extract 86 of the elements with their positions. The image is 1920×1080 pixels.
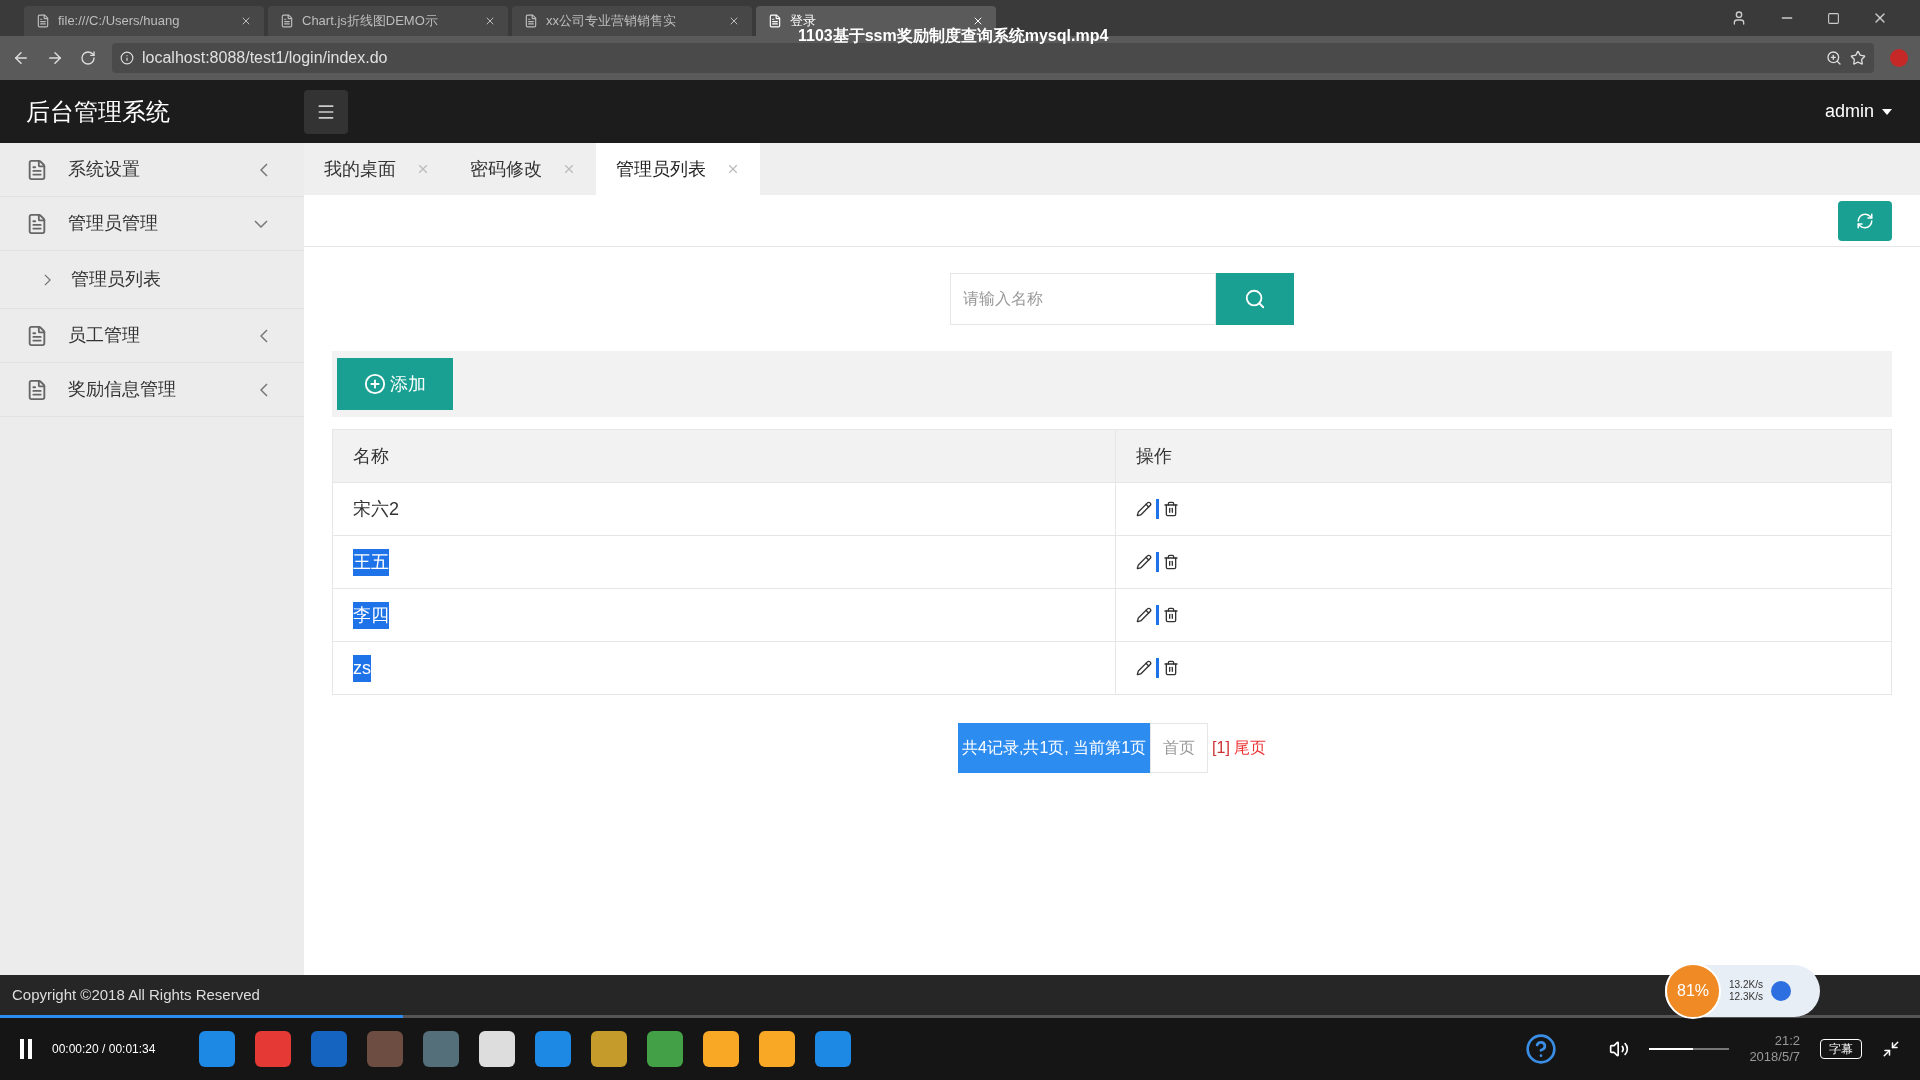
sidebar-item[interactable]: 员工管理 [0, 309, 304, 363]
close-icon[interactable] [728, 15, 740, 27]
page-icon [26, 158, 48, 181]
browser-tab[interactable]: xx公司专业营销销售实 [512, 6, 752, 36]
info-icon[interactable] [120, 51, 134, 65]
zoom-icon[interactable] [1826, 50, 1842, 66]
page-icon [524, 14, 538, 28]
delete-icon[interactable] [1163, 554, 1179, 570]
taskbar-app-icon[interactable] [591, 1031, 628, 1067]
close-icon[interactable] [240, 15, 252, 27]
search-icon [1244, 288, 1266, 310]
menu-button[interactable] [304, 89, 348, 134]
page-tab[interactable]: 我的桌面 [304, 143, 450, 195]
playback-time: 00:00:20 / 00:01:34 [52, 1041, 156, 1058]
user-menu[interactable]: admin [1824, 98, 1920, 125]
sidebar-item[interactable]: 系统设置 [0, 143, 304, 197]
taskbar-app-icon[interactable] [479, 1031, 516, 1067]
pagination-summary: 共4记录,共1页, 当前第1页 [958, 723, 1151, 773]
column-header: 操作 [1136, 444, 1172, 468]
video-progress[interactable] [0, 1015, 1920, 1018]
download-speed: 12.3K/s [1729, 991, 1763, 1004]
forward-icon[interactable] [46, 49, 64, 67]
exit-fullscreen-icon[interactable] [1882, 1040, 1900, 1058]
page-icon [280, 14, 294, 28]
subtitles-button[interactable]: 字幕 [1820, 1039, 1862, 1059]
tab-title: xx公司专业营销销售实 [546, 12, 677, 31]
table-cell-text: 宋六2 [353, 497, 399, 521]
plus-circle-icon [364, 373, 386, 395]
chevron-down-icon [254, 219, 268, 228]
boost-icon[interactable] [1770, 981, 1791, 1001]
edit-icon[interactable] [1136, 660, 1152, 676]
edit-icon[interactable] [1136, 554, 1152, 570]
tab-title: file:///C:/Users/huang [58, 12, 181, 31]
column-header: 名称 [353, 444, 389, 468]
delete-icon[interactable] [1163, 660, 1179, 676]
help-icon[interactable] [1525, 1033, 1558, 1065]
memory-percent: 81% [1677, 981, 1709, 1001]
taskbar-app-icon[interactable] [759, 1031, 796, 1067]
browser-tab[interactable]: file:///C:/Users/huang [24, 6, 264, 36]
reload-icon[interactable] [80, 50, 96, 66]
taskbar-app-icon[interactable] [647, 1031, 684, 1067]
app-title: 后台管理系统 [26, 97, 170, 125]
close-icon[interactable] [972, 15, 984, 27]
refresh-button[interactable] [1838, 200, 1892, 241]
page-icon [768, 14, 782, 28]
page-tab[interactable]: 管理员列表 [596, 143, 760, 195]
back-icon[interactable] [12, 49, 30, 67]
refresh-icon [1856, 211, 1874, 230]
chevron-left-icon [260, 382, 268, 397]
search-field[interactable]: 请输入名称 [950, 273, 1216, 325]
caret-icon [1882, 108, 1892, 115]
maximize-icon[interactable] [1827, 11, 1840, 25]
volume-icon[interactable] [1609, 1039, 1630, 1059]
table-cell: zs [353, 654, 371, 682]
profile-icon[interactable] [1731, 10, 1747, 26]
upload-speed: 13.2K/s [1729, 978, 1763, 991]
delete-icon[interactable] [1163, 607, 1179, 623]
page-tab[interactable]: 密码修改 [450, 143, 596, 195]
delete-icon[interactable] [1163, 501, 1179, 517]
chevron-right-icon [44, 273, 51, 286]
page-icon [36, 14, 50, 28]
page-icon [26, 378, 48, 401]
star-icon[interactable] [1850, 50, 1866, 66]
edit-icon[interactable] [1136, 501, 1152, 517]
page-number[interactable]: [1] [1212, 736, 1230, 760]
address-field[interactable]: localhost:8088/test1/login/index.do [112, 43, 1874, 73]
taskbar-app-icon[interactable] [703, 1031, 740, 1067]
clock-time: 21:2 [1774, 1032, 1800, 1049]
sidebar-item[interactable]: 奖励信息管理 [0, 363, 304, 417]
page-icon [26, 212, 48, 235]
close-icon[interactable] [484, 15, 496, 27]
table-cell: 王五 [353, 548, 389, 576]
sidebar-item[interactable]: 管理员管理 [0, 197, 304, 251]
pause-icon[interactable] [20, 1039, 32, 1059]
page-icon [26, 324, 48, 347]
copyright-text: Copyright ©2018 All Rights Reserved [12, 984, 260, 1005]
last-page-link[interactable]: 尾页 [1233, 736, 1266, 760]
clock-date: 2018/5/7 [1749, 1049, 1800, 1066]
chevron-left-icon [260, 328, 268, 343]
chevron-left-icon [260, 162, 268, 177]
tab-title: 登录 [790, 12, 817, 29]
edit-icon[interactable] [1136, 607, 1152, 623]
sidebar-subitem[interactable]: 管理员列表 [0, 251, 304, 309]
browser-tab[interactable]: Chart.js折线图DEMO示 [268, 6, 508, 36]
tab-title: Chart.js折线图DEMO示 [302, 12, 439, 31]
table-cell: 李四 [353, 601, 389, 629]
